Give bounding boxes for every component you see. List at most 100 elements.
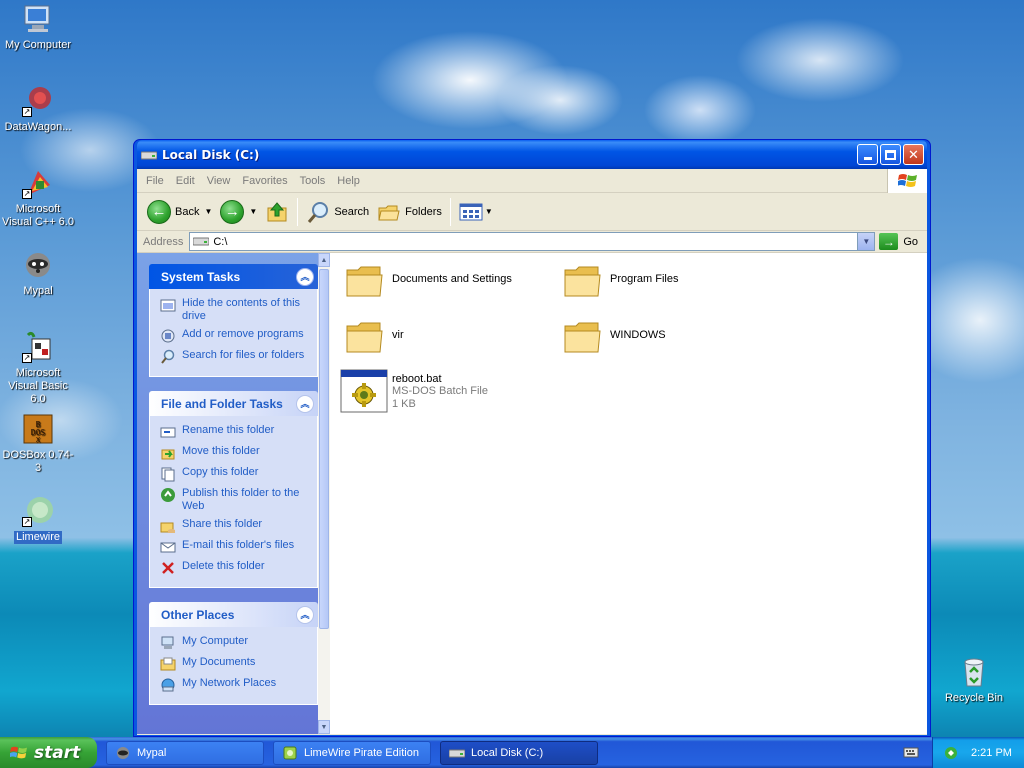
task-rename-folder[interactable]: Rename this folder — [160, 424, 311, 440]
folder-icon — [564, 322, 601, 353]
file-item-program-files[interactable]: Program Files — [562, 263, 678, 299]
minimize-icon — [863, 157, 872, 160]
shortcut-arrow-icon: ↗ — [22, 107, 32, 117]
publish-icon — [161, 488, 175, 502]
task-publish-folder[interactable]: Publish this folder to the Web — [160, 487, 311, 513]
shortcut-arrow-icon: ↗ — [22, 189, 32, 199]
scroll-up-icon[interactable]: ▲ — [318, 253, 330, 267]
mypal-icon — [22, 249, 54, 281]
network-icon — [161, 678, 175, 692]
window-title: Local Disk (C:) — [162, 147, 260, 162]
task-search-files[interactable]: Search for files or folders — [160, 349, 311, 365]
desktop-icon-visual-cpp[interactable]: ↗ Microsoft Visual C++ 6.0 — [0, 167, 78, 229]
clock[interactable]: 2:21 PM — [971, 747, 1012, 759]
up-folder-button[interactable] — [261, 197, 293, 227]
forward-arrow-icon: → — [220, 199, 245, 224]
go-button[interactable]: → Go — [879, 233, 918, 250]
task-pane-scrollbar[interactable]: ▲ ▼ — [318, 253, 330, 734]
desktop-icon-visual-basic[interactable]: ↗ Microsoft Visual Basic 6.0 — [0, 331, 78, 406]
drive-icon — [449, 749, 465, 757]
hide-drive-icon — [160, 299, 176, 312]
recycle-bin-icon — [958, 656, 990, 688]
minimize-button[interactable] — [857, 144, 878, 165]
desktop-icon-dosbox[interactable]: B DOS X DOSBox 0.74-3 — [0, 413, 78, 475]
explorer-window: Local Disk (C:) ✕ File Edit View Favorit… — [133, 139, 931, 737]
task-copy-folder[interactable]: Copy this folder — [160, 466, 311, 482]
collapse-chevron-icon[interactable]: ︽ — [296, 267, 314, 286]
email-icon — [160, 542, 176, 553]
file-folder-tasks-header[interactable]: File and Folder Tasks ︽ — [149, 391, 318, 416]
views-dropdown-icon[interactable]: ▼ — [485, 207, 493, 216]
scroll-down-icon[interactable]: ▼ — [318, 720, 330, 734]
task-share-folder[interactable]: Share this folder — [160, 518, 311, 534]
network-tray-icon[interactable] — [943, 745, 959, 761]
taskbar-item-limewire[interactable]: LimeWire Pirate Edition — [273, 740, 431, 765]
task-delete-folder[interactable]: Delete this folder — [160, 560, 311, 576]
task-email-files[interactable]: E-mail this folder's files — [160, 539, 311, 555]
taskbar-item-mypal[interactable]: Mypal — [106, 740, 264, 765]
delete-icon — [162, 562, 174, 574]
folders-icon — [378, 205, 400, 220]
taskbar-item-local-disk[interactable]: Local Disk (C:) — [440, 740, 598, 765]
folders-button[interactable]: Folders — [373, 197, 446, 227]
windows-logo-icon — [887, 169, 927, 193]
documents-icon — [160, 657, 176, 671]
file-item-vir[interactable]: vir — [344, 319, 404, 355]
menu-favorites[interactable]: Favorites — [236, 175, 293, 187]
back-button[interactable]: ← Back ▼ — [143, 197, 216, 227]
desktop-icon-limewire[interactable]: ↗ Limewire — [0, 495, 78, 544]
views-button[interactable]: ▼ — [455, 197, 497, 227]
task-hide-drive[interactable]: Hide the contents of this drive — [160, 297, 311, 323]
address-input[interactable]: C:\ ▼ — [189, 232, 876, 251]
file-item-windows[interactable]: WINDOWS — [562, 319, 666, 355]
address-dropdown-icon[interactable]: ▼ — [857, 233, 875, 250]
back-dropdown-icon[interactable]: ▼ — [204, 207, 212, 216]
shortcut-arrow-icon: ↗ — [22, 353, 32, 363]
menu-tools[interactable]: Tools — [294, 175, 332, 187]
visual-basic-icon: ↗ — [22, 331, 54, 363]
place-my-computer[interactable]: My Computer — [160, 635, 311, 651]
start-button[interactable]: start — [0, 737, 97, 768]
folder-icon — [346, 322, 383, 353]
search-icon — [308, 201, 329, 223]
windows-logo-icon — [10, 746, 27, 758]
file-item-documents-and-settings[interactable]: Documents and Settings — [344, 263, 512, 299]
up-folder-icon — [267, 201, 287, 221]
maximize-button[interactable] — [880, 144, 901, 165]
other-places-header[interactable]: Other Places ︽ — [149, 602, 318, 627]
keyboard-icon[interactable] — [903, 745, 919, 759]
forward-dropdown-icon[interactable]: ▼ — [249, 207, 257, 216]
toolbar: ← Back ▼ → ▼ Search Folders ▼ — [137, 193, 927, 231]
menu-view[interactable]: View — [201, 175, 237, 187]
move-icon — [161, 449, 175, 460]
menu-edit[interactable]: Edit — [170, 175, 201, 187]
visual-cpp-icon: ↗ — [22, 167, 54, 199]
task-add-remove-programs[interactable]: Add or remove programs — [160, 328, 311, 344]
place-my-documents[interactable]: My Documents — [160, 656, 311, 672]
taskbar: start Mypal LimeWire Pirate Edition Loca… — [0, 737, 1024, 768]
desktop-icon-my-computer[interactable]: My Computer — [0, 3, 78, 52]
file-item-reboot-bat[interactable]: reboot.bat MS-DOS Batch File 1 KB — [340, 369, 488, 413]
batch-file-icon — [340, 369, 388, 413]
toolbar-separator — [297, 197, 299, 226]
close-icon: ✕ — [908, 146, 919, 162]
system-tasks-header[interactable]: System Tasks ︽ — [149, 264, 318, 289]
forward-button[interactable]: → ▼ — [216, 197, 261, 227]
window-titlebar[interactable]: Local Disk (C:) ✕ — [137, 140, 927, 169]
computer-icon — [161, 636, 174, 649]
desktop-icon-recycle-bin[interactable]: Recycle Bin — [934, 656, 1014, 705]
collapse-chevron-icon[interactable]: ︽ — [296, 605, 314, 624]
maximize-icon — [885, 149, 896, 160]
place-my-network[interactable]: My Network Places — [160, 677, 311, 693]
menu-file[interactable]: File — [140, 175, 170, 187]
task-move-folder[interactable]: Move this folder — [160, 445, 311, 461]
scrollbar-thumb[interactable] — [319, 269, 329, 629]
other-places-panel: Other Places ︽ My Computer My Documents — [149, 602, 318, 705]
views-icon — [459, 203, 483, 220]
close-button[interactable]: ✕ — [903, 144, 924, 165]
desktop-icon-mypal[interactable]: Mypal — [0, 249, 78, 298]
search-button[interactable]: Search — [302, 197, 373, 227]
collapse-chevron-icon[interactable]: ︽ — [296, 394, 314, 413]
menu-help[interactable]: Help — [331, 175, 366, 187]
desktop-icon-datawagon[interactable]: ↗ DataWagon... — [0, 85, 78, 134]
